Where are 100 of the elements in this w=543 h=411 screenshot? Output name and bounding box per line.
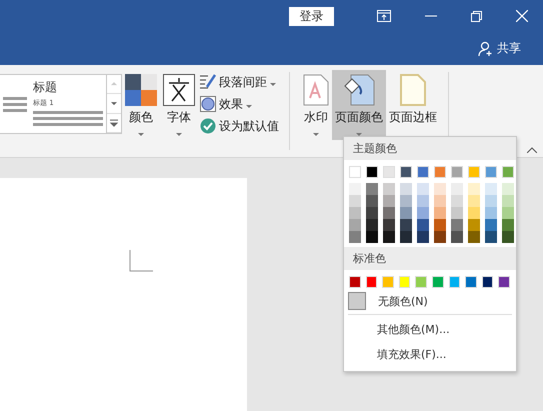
color-swatch[interactable] (398, 276, 410, 288)
color-swatch[interactable] (349, 166, 361, 178)
color-swatch[interactable] (432, 276, 444, 288)
color-swatch[interactable] (434, 183, 446, 195)
color-swatch[interactable] (383, 231, 395, 243)
color-swatch[interactable] (349, 276, 361, 288)
color-swatch[interactable] (485, 183, 497, 195)
caret-icon (138, 133, 144, 136)
color-swatch[interactable] (468, 219, 480, 231)
paragraph-spacing-icon (200, 74, 216, 90)
color-swatch[interactable] (482, 276, 494, 288)
color-swatch[interactable] (349, 207, 361, 219)
color-swatch[interactable] (417, 166, 429, 178)
share-button[interactable]: 共享 (478, 40, 521, 57)
colors-button[interactable]: 颜色 (122, 70, 160, 140)
no-color-item[interactable]: 无颜色(N) (344, 290, 516, 312)
ribbon-small-button[interactable]: 段落间距 (198, 72, 281, 92)
color-swatch[interactable] (434, 231, 446, 243)
color-swatch[interactable] (400, 219, 412, 231)
color-swatch[interactable] (434, 195, 446, 207)
color-swatch[interactable] (383, 166, 395, 178)
color-swatch[interactable] (451, 207, 463, 219)
color-swatch[interactable] (382, 276, 394, 288)
color-swatch[interactable] (468, 207, 480, 219)
color-swatch[interactable] (468, 231, 480, 243)
color-swatch[interactable] (349, 231, 361, 243)
color-swatch[interactable] (502, 183, 514, 195)
color-swatch[interactable] (417, 183, 429, 195)
color-swatch[interactable] (465, 276, 477, 288)
color-swatch[interactable] (400, 207, 412, 219)
color-swatch[interactable] (502, 166, 514, 178)
color-swatch[interactable] (366, 276, 378, 288)
color-swatch[interactable] (349, 195, 361, 207)
color-swatch[interactable] (366, 231, 378, 243)
color-swatch[interactable] (434, 166, 446, 178)
color-swatch[interactable] (383, 207, 395, 219)
color-swatch[interactable] (434, 219, 446, 231)
menu-item-label: 无颜色(N) (378, 294, 428, 308)
color-swatch[interactable] (502, 231, 514, 243)
minimize-icon[interactable] (425, 15, 437, 17)
color-swatch[interactable] (383, 183, 395, 195)
watermark-page-icon (303, 74, 329, 106)
color-swatch[interactable] (366, 166, 378, 178)
color-swatch[interactable] (383, 195, 395, 207)
color-swatch[interactable] (415, 276, 427, 288)
restore-icon[interactable] (471, 10, 482, 22)
color-swatch[interactable] (417, 219, 429, 231)
color-swatch[interactable] (434, 207, 446, 219)
color-swatch[interactable] (400, 231, 412, 243)
margin-corner-mark (129, 250, 153, 272)
page-ribbon-button[interactable]: 水印 (300, 70, 332, 140)
color-swatch[interactable] (448, 276, 460, 288)
color-swatch[interactable] (366, 183, 378, 195)
page-ribbon-button[interactable]: 页面边框 (386, 70, 440, 140)
color-swatch[interactable] (400, 195, 412, 207)
color-swatch[interactable] (349, 183, 361, 195)
color-swatch[interactable] (417, 195, 429, 207)
page-ribbon-button[interactable]: 页面颜色 (332, 70, 386, 140)
ribbon-small-button[interactable]: 设为默认值 (198, 116, 281, 136)
close-icon[interactable] (516, 10, 528, 22)
color-swatch[interactable] (502, 207, 514, 219)
color-swatch[interactable] (485, 231, 497, 243)
color-swatch[interactable] (349, 219, 361, 231)
color-swatch[interactable] (366, 195, 378, 207)
font-glyph-icon (163, 74, 195, 106)
color-swatch[interactable] (383, 219, 395, 231)
login-button[interactable]: 登录 (289, 6, 334, 26)
color-swatch[interactable] (417, 231, 429, 243)
color-swatch[interactable] (502, 219, 514, 231)
color-swatch[interactable] (451, 183, 463, 195)
color-swatch[interactable] (451, 231, 463, 243)
color-swatch[interactable] (400, 183, 412, 195)
color-swatch[interactable] (485, 219, 497, 231)
fonts-button[interactable]: 字体 (160, 70, 198, 140)
color-swatch[interactable] (468, 195, 480, 207)
color-swatch[interactable] (468, 183, 480, 195)
ribbon-small-button[interactable]: 效果 (198, 94, 281, 114)
color-swatch[interactable] (366, 219, 378, 231)
color-swatch[interactable] (468, 166, 480, 178)
color-swatch[interactable] (485, 207, 497, 219)
color-swatch[interactable] (498, 276, 510, 288)
person-add-icon (478, 40, 494, 56)
color-swatch[interactable] (485, 166, 497, 178)
empty-swatch-icon (348, 292, 366, 310)
color-swatch[interactable] (451, 166, 463, 178)
color-palette-icon (125, 74, 157, 106)
color-swatch[interactable] (400, 166, 412, 178)
menu-header: 标准色 (344, 247, 516, 270)
menu-item[interactable]: 其他颜色(M)... (344, 317, 516, 342)
color-swatch[interactable] (417, 207, 429, 219)
ribbon-display-icon[interactable] (377, 10, 391, 22)
color-swatch[interactable] (451, 195, 463, 207)
color-swatch[interactable] (451, 219, 463, 231)
color-swatch[interactable] (485, 195, 497, 207)
color-swatch[interactable] (502, 195, 514, 207)
page-border-icon (400, 74, 426, 106)
check-circle-icon (200, 118, 216, 134)
collapse-ribbon-icon[interactable] (527, 147, 537, 153)
menu-item[interactable]: 填充效果(F)... (344, 342, 516, 367)
color-swatch[interactable] (366, 207, 378, 219)
